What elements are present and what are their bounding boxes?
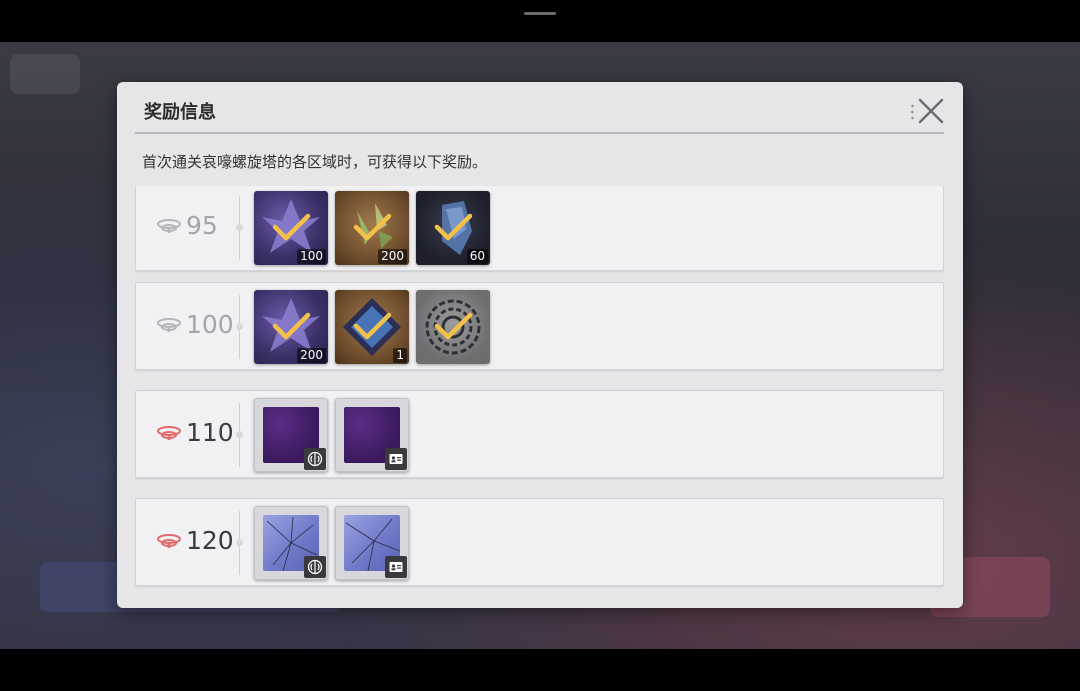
tower-level-red-icon	[157, 534, 181, 548]
level-number: 95	[186, 211, 218, 240]
item-quantity: 60	[466, 249, 488, 264]
level-number: 120	[186, 526, 234, 555]
reward-item[interactable]	[254, 398, 328, 472]
badge	[304, 556, 326, 578]
reward-list[interactable]: 95 100 200 60 100 200 1 110 120	[135, 186, 944, 590]
reward-row: 110	[135, 390, 944, 478]
divider-dot	[236, 323, 243, 330]
level-label: 110	[156, 417, 234, 449]
reward-item[interactable]	[335, 506, 409, 580]
reward-item[interactable]	[335, 398, 409, 472]
reward-description: 首次通关哀嚎螺旋塔的各区域时，可获得以下奖励。	[142, 153, 488, 171]
reward-item[interactable]	[416, 290, 490, 364]
id-card-icon	[389, 454, 403, 464]
item-quantity: 100	[297, 249, 326, 264]
item-quantity: 1	[393, 348, 407, 363]
tower-level-red-icon	[157, 426, 181, 440]
reward-item[interactable]: 200	[254, 290, 328, 364]
level-label: 100	[156, 309, 234, 341]
divider-dot	[236, 224, 243, 231]
reward-item[interactable]: 1	[335, 290, 409, 364]
reward-item[interactable]: 100	[254, 191, 328, 265]
level-label: 120	[156, 525, 234, 557]
badge	[385, 556, 407, 578]
reward-row: 95 100 200 60	[135, 186, 944, 271]
badge	[304, 448, 326, 470]
drag-handle[interactable]	[524, 12, 556, 15]
divider-dot	[236, 431, 243, 438]
claimed-check-icon	[434, 312, 473, 340]
reward-item[interactable]	[254, 506, 328, 580]
title-divider	[135, 132, 944, 134]
dialog-title: 奖励信息	[144, 102, 216, 123]
reward-info-dialog: 奖励信息 首次通关哀嚎螺旋塔的各区域时，可获得以下奖励。 95 100 200 …	[117, 82, 963, 608]
brain-icon	[307, 451, 323, 467]
item-quantity: 200	[378, 249, 407, 264]
reward-item[interactable]: 60	[416, 191, 490, 265]
reward-row: 120	[135, 498, 944, 586]
tower-level-icon	[157, 318, 181, 332]
reward-item[interactable]: 200	[335, 191, 409, 265]
badge	[385, 448, 407, 470]
divider-dot	[236, 539, 243, 546]
brain-icon	[307, 559, 323, 575]
reward-row: 100 200 1	[135, 282, 944, 370]
id-card-icon	[389, 562, 403, 572]
item-quantity: 200	[297, 348, 326, 363]
tower-level-icon	[157, 219, 181, 233]
close-icon	[918, 98, 944, 124]
close-button[interactable]	[913, 96, 949, 126]
level-label: 95	[156, 210, 218, 242]
level-number: 100	[186, 310, 234, 339]
level-number: 110	[186, 418, 234, 447]
